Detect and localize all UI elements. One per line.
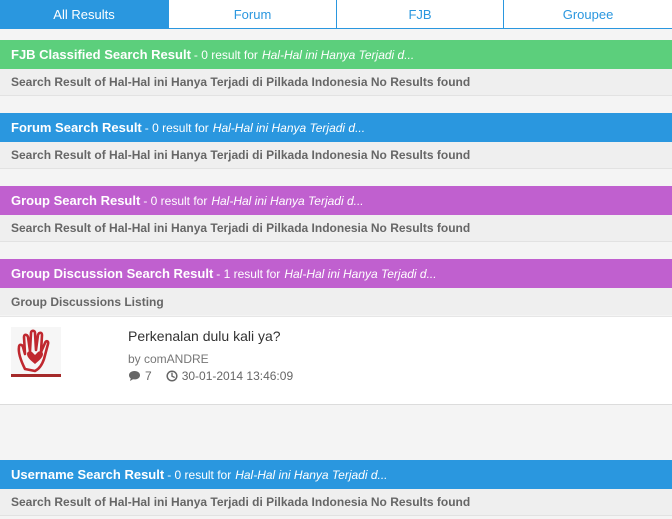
section-title: Forum Search Result <box>11 120 142 135</box>
reply-count: 7 <box>145 369 152 383</box>
section-count: - 1 result for <box>216 266 281 281</box>
section-title: Username Search Result <box>11 467 165 482</box>
heart-hand-icon <box>17 329 50 373</box>
fjb-no-results: Search Result of Hal-Hal ini Hanya Terja… <box>0 69 672 96</box>
section-count: - 0 result for <box>143 193 208 208</box>
section-count: - 0 result for <box>144 120 209 135</box>
section-title: FJB Classified Search Result <box>11 47 191 62</box>
section-count: - 0 result for <box>167 467 232 482</box>
username-no-results: Search Result of Hal-Hal ini Hanya Terja… <box>0 489 672 516</box>
section-query: Hal-Hal ini Hanya Terjadi d... <box>284 266 437 281</box>
section-title: Group Search Result <box>11 193 141 208</box>
discussion-title-link[interactable]: Perkenalan dulu kali ya? <box>128 328 281 344</box>
group-no-results: Search Result of Hal-Hal ini Hanya Terja… <box>0 215 672 242</box>
comment-icon <box>129 371 140 381</box>
section-query: Hal-Hal ini Hanya Terjadi d... <box>261 47 415 62</box>
tab-fjb[interactable]: FJB <box>337 0 504 29</box>
group-discussion-section-header: Group Discussion Search Result - 1 resul… <box>0 259 672 288</box>
tab-all-results[interactable]: All Results <box>0 0 169 29</box>
tab-forum[interactable]: Forum <box>169 0 337 29</box>
tab-groupee[interactable]: Groupee <box>504 0 672 29</box>
result-tabs: All Results Forum FJB Groupee <box>0 0 672 29</box>
section-title: Group Discussion Search Result <box>11 266 214 281</box>
username-section-header: Username Search Result - 0 result for Ha… <box>0 460 672 489</box>
group-section-header: Group Search Result - 0 result for Hal-H… <box>0 186 672 215</box>
discussion-author[interactable]: by comANDRE <box>128 352 209 366</box>
section-query: Hal-Hal ini Hanya Terjadi d... <box>212 120 366 135</box>
forum-section-header: Forum Search Result - 0 result for Hal-H… <box>0 113 672 142</box>
section-count: - 0 result for <box>193 47 258 62</box>
discussion-thumbnail[interactable] <box>11 327 61 377</box>
discussion-meta: 7 30-01-2014 13:46:09 <box>128 369 293 383</box>
group-discussions-listing-label: Group Discussions Listing <box>0 288 672 315</box>
forum-no-results: Search Result of Hal-Hal ini Hanya Terja… <box>0 142 672 169</box>
list-item: Perkenalan dulu kali ya? by comANDRE 7 3… <box>0 316 672 405</box>
timestamp: 30-01-2014 13:46:09 <box>181 369 294 383</box>
section-query: Hal-Hal ini Hanya Terjadi d... <box>235 467 388 482</box>
section-query: Hal-Hal ini Hanya Terjadi d... <box>211 193 364 208</box>
fjb-section-header: FJB Classified Search Result - 0 result … <box>0 40 672 69</box>
clock-icon <box>166 370 178 382</box>
